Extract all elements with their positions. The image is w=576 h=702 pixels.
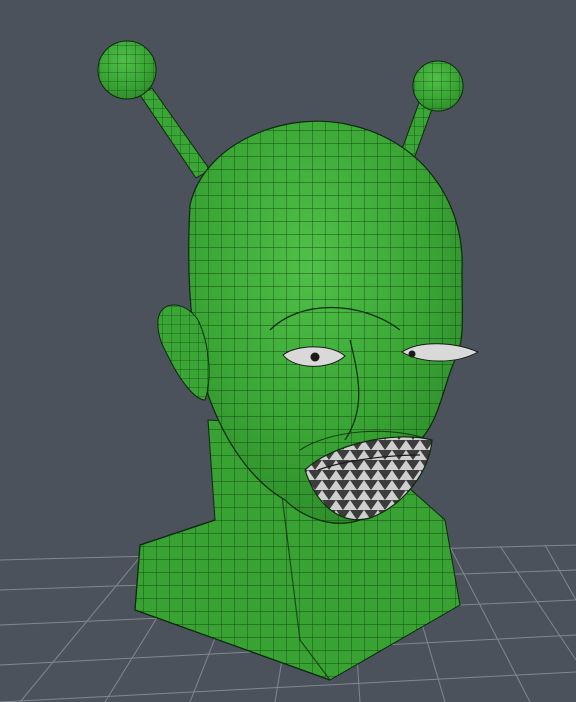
antenna-left[interactable] xyxy=(97,40,211,179)
viewport-canvas[interactable] xyxy=(0,0,576,702)
3d-viewport[interactable] xyxy=(0,0,576,702)
